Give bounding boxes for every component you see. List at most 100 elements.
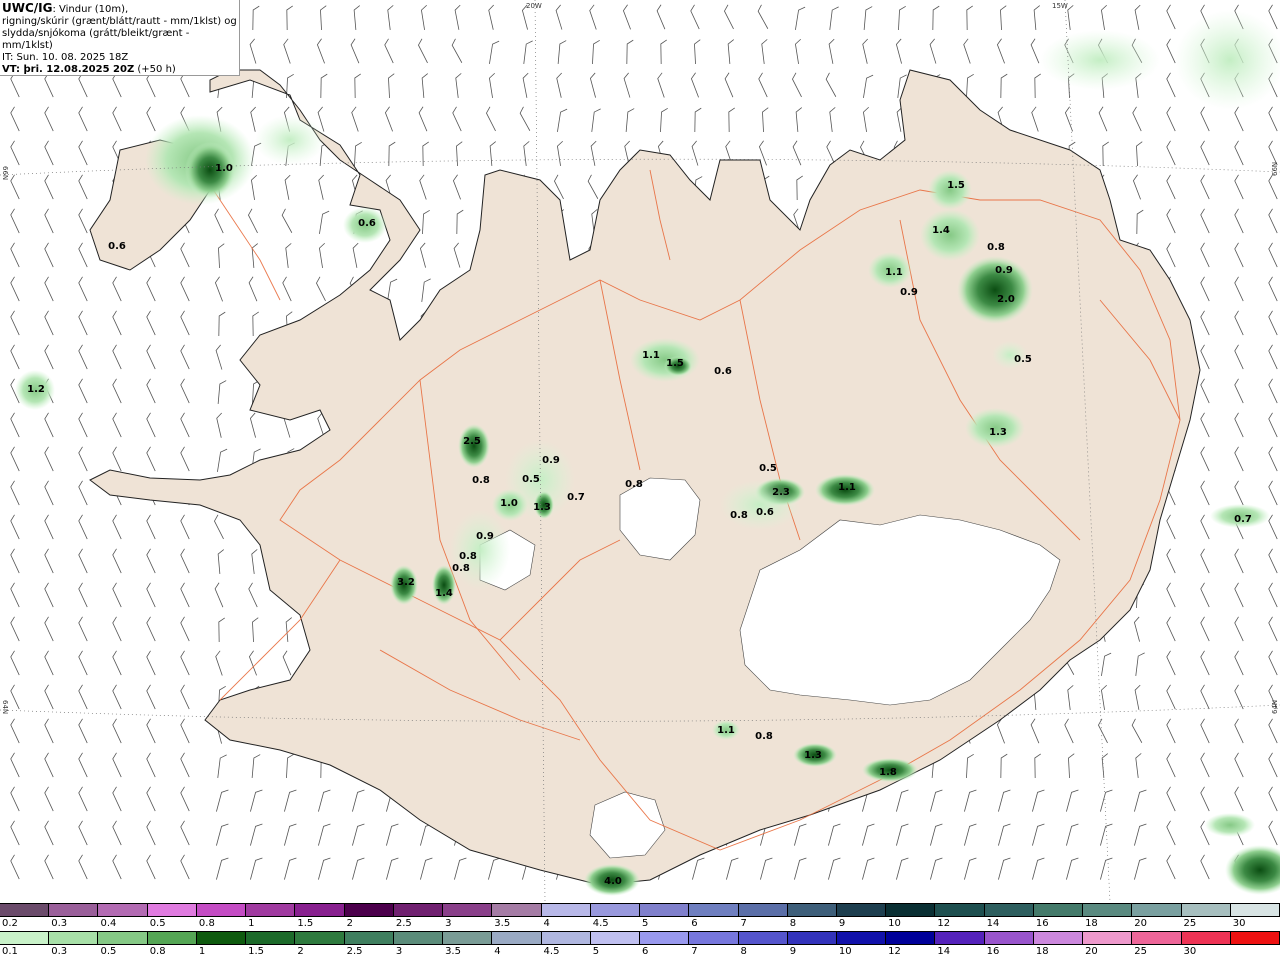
forecast-offset: (+50 h) — [134, 64, 176, 75]
precip-label: 0.9 — [995, 265, 1013, 276]
colorbar-swatch — [590, 932, 641, 944]
precip-label: 1.1 — [642, 350, 660, 361]
colorbar-tick: 8 — [740, 946, 747, 957]
colorbar-swatch — [98, 904, 148, 916]
lon-label-15w: 15W — [1052, 2, 1068, 10]
colorbar-swatch — [49, 904, 99, 916]
lat-label-66n-left: 66N — [1, 166, 9, 180]
colorbar-swatch — [1181, 932, 1231, 944]
colorbar-swatch — [738, 932, 788, 944]
precip-label: 0.9 — [900, 287, 918, 298]
precip-label: 1.1 — [717, 725, 735, 736]
precip-label: 1.5 — [666, 358, 684, 369]
colorbar-swatch — [344, 904, 394, 916]
colorbar-swatch — [393, 932, 444, 944]
colorbar-swatch — [984, 904, 1034, 916]
colorbar-tick: 25 — [1183, 918, 1197, 929]
colorbar-swatch — [246, 932, 296, 944]
colorbar-swatch — [295, 932, 345, 944]
precip-label: 1.4 — [932, 225, 950, 236]
colorbar-swatch — [1132, 904, 1182, 916]
colorbar-tick: 12 — [937, 918, 951, 929]
colorbar-swatch — [147, 932, 197, 944]
colorbar-tick: 3 — [445, 918, 452, 929]
precip-label: 0.5 — [759, 463, 777, 474]
colorbar-tick: 25 — [1134, 946, 1148, 957]
colorbar-swatch — [492, 932, 542, 944]
colorbar-tick: 3.5 — [445, 946, 461, 957]
init-time: IT: Sun. 10. 08. 2025 18Z — [2, 52, 129, 63]
colorbar-swatch — [935, 904, 985, 916]
colorbar-swatch — [541, 904, 591, 916]
colorbar-swatch — [147, 904, 197, 916]
colorbar-tick: 0.2 — [2, 918, 18, 929]
colorbar-swatch — [689, 932, 739, 944]
colorbar-tick: 16 — [986, 946, 1000, 957]
colorbar-swatch — [787, 932, 837, 944]
rain-colorbar-ticks: 0.1 0.3 0.5 0.8 1 1.5 2 2.5 3 3.5 4 4.5 5 6 7 8 9 10 12 14 1… — [0, 946, 1280, 957]
colorbar-tick: 20 — [1134, 918, 1148, 929]
precip-label: 1.0 — [215, 163, 233, 174]
precip-label: 0.5 — [522, 474, 540, 485]
colorbar-swatch — [246, 904, 296, 916]
colorbar-swatch — [492, 904, 542, 916]
precip-label: 0.5 — [1014, 354, 1032, 365]
colorbar-tick: 8 — [789, 918, 797, 929]
precip-label: 1.1 — [885, 267, 903, 278]
precip-label: 0.8 — [730, 510, 748, 521]
precip-label: 0.9 — [542, 455, 560, 466]
precip-label: 3.2 — [397, 577, 415, 588]
colorbar-tick: 9 — [789, 946, 797, 957]
precip-label: 1.5 — [947, 180, 965, 191]
colorbar-swatch — [49, 932, 99, 944]
title-line1: : Vindur (10m), — [52, 4, 129, 15]
precip-label: 2.5 — [463, 436, 481, 447]
title-line2: rigning/skúrir (grænt/blátt/rautt - mm/1… — [2, 16, 237, 27]
colorbar-tick: 4 — [494, 946, 501, 957]
precip-label: 0.8 — [459, 551, 477, 562]
colorbar-tick: 0.4 — [100, 918, 117, 929]
colorbar-tick: 0.5 — [100, 946, 117, 957]
colorbar-tick: 30 — [1232, 918, 1246, 929]
precip-label: 0.7 — [1234, 514, 1252, 525]
colorbar-swatch — [443, 904, 493, 916]
colorbar-tick: 4.5 — [592, 918, 609, 929]
precip-label: 1.8 — [879, 767, 897, 778]
colorbar-tick: 6 — [691, 918, 698, 929]
colorbar-swatch — [1230, 904, 1280, 916]
precip-label: 0.6 — [756, 507, 774, 518]
colorbar-swatch — [787, 904, 837, 916]
colorbar-swatch — [98, 932, 148, 944]
colorbar-swatch — [344, 932, 394, 944]
snow-colorbar-ticks: 0.2 0.3 0.4 0.5 0.8 1 1.5 2 2.5 3 3.5 4 4.5 5 6 7 8 9 10 12… — [0, 918, 1280, 929]
colorbar-swatch — [640, 932, 690, 944]
colorbar-swatch — [1181, 904, 1231, 916]
precip-label: 1.1 — [838, 482, 856, 493]
precip-label: 4.0 — [604, 876, 622, 887]
colorbar-tick: 0.8 — [149, 946, 166, 957]
colorbar-swatch — [1230, 932, 1280, 944]
precip-label: 2.0 — [997, 294, 1015, 305]
colorbar-tick: 12 — [888, 946, 901, 957]
lat-label-66n-right: 66N — [1271, 162, 1279, 176]
colorbar-swatch — [984, 932, 1034, 944]
colorbar-tick: 5 — [592, 946, 600, 957]
colorbar-swatch — [689, 904, 739, 916]
colorbar-tick: 2 — [297, 946, 304, 957]
colorbar-tick: 20 — [1085, 946, 1098, 957]
colorbar-tick: 18 — [1035, 946, 1049, 957]
colorbar-tick: 2.5 — [346, 946, 363, 957]
colorbar-swatch — [196, 904, 247, 916]
colorbar-swatch — [443, 932, 493, 944]
lat-label-64n-left: 64N — [1, 700, 9, 714]
colorbar-tick: 1 — [248, 918, 255, 929]
colorbar-tick: 16 — [1035, 918, 1049, 929]
colorbar-tick: 9 — [838, 918, 846, 929]
precip-label: 0.8 — [755, 731, 773, 742]
colorbar-tick: 0.3 — [51, 918, 68, 929]
colorbar-swatch — [0, 932, 50, 944]
colorbar-tick: 2.5 — [395, 918, 412, 929]
precip-label: 2.3 — [772, 487, 790, 498]
colorbar-swatch — [886, 932, 936, 944]
colorbar-tick: 14 — [986, 918, 1000, 929]
